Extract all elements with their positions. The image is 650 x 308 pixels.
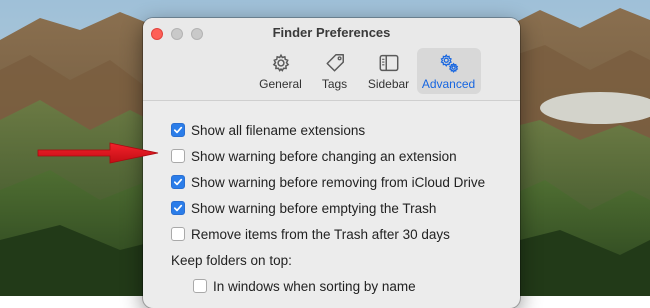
preferences-toolbar: General Tags Sidebar Advanced [143, 48, 520, 94]
tab-advanced-label: Advanced [421, 77, 476, 91]
option-show-filename-extensions[interactable]: Show all filename extensions [171, 117, 520, 143]
keep-folders-on-top-label: Keep folders on top: [171, 252, 292, 268]
checkbox-checked[interactable] [171, 201, 185, 215]
sidebar-icon [379, 54, 398, 72]
red-arrow-annotation [37, 142, 159, 164]
tab-general-label: General [259, 77, 302, 91]
option-label: Show warning before changing an extensio… [191, 148, 457, 164]
window-title: Finder Preferences [272, 25, 391, 40]
checkbox-checked[interactable] [171, 123, 185, 137]
titlebar: Finder Preferences General Tags Sidebar … [143, 18, 520, 101]
gear-icon [272, 53, 289, 72]
checkmark-icon [173, 204, 183, 212]
tab-tags-label: Tags [321, 77, 348, 91]
option-warn-changing-extension[interactable]: Show warning before changing an extensio… [171, 143, 520, 169]
tab-advanced[interactable]: Advanced [416, 48, 481, 94]
option-label: In windows when sorting by name [213, 278, 416, 294]
gears-icon [440, 54, 458, 73]
option-label: Show all filename extensions [191, 122, 366, 138]
checkmark-icon [173, 126, 183, 134]
option-label: Show warning before emptying the Trash [191, 200, 437, 216]
advanced-pane: Show all filename extensions Show warnin… [143, 101, 520, 299]
option-folders-on-top-windows[interactable]: In windows when sorting by name [171, 273, 520, 299]
checkbox-unchecked[interactable] [193, 279, 207, 293]
tab-general[interactable]: General [255, 48, 307, 94]
tab-sidebar[interactable]: Sidebar [363, 48, 415, 94]
checkbox-unchecked[interactable] [171, 227, 185, 241]
option-label: Remove items from the Trash after 30 day… [191, 226, 450, 242]
checkmark-icon [173, 178, 183, 186]
option-remove-trash-30-days[interactable]: Remove items from the Trash after 30 day… [171, 221, 520, 247]
option-warn-removing-icloud[interactable]: Show warning before removing from iCloud… [171, 169, 520, 195]
option-warn-emptying-trash[interactable]: Show warning before emptying the Trash [171, 195, 520, 221]
checkbox-unchecked[interactable] [171, 149, 185, 163]
checkbox-checked[interactable] [171, 175, 185, 189]
tab-tags[interactable]: Tags [309, 48, 361, 94]
tag-icon [325, 54, 344, 72]
tab-sidebar-label: Sidebar [367, 77, 410, 91]
option-label: Show warning before removing from iCloud… [191, 174, 486, 190]
finder-preferences-window: Finder Preferences General Tags Sidebar … [143, 18, 520, 308]
